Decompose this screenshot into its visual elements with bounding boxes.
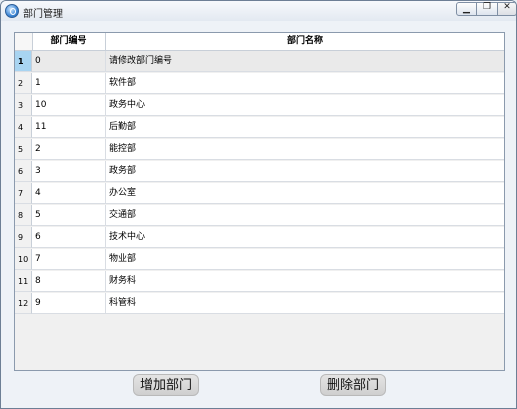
column-header-dept-name[interactable]: 部门名称	[106, 33, 504, 50]
dept-name-cell[interactable]: 软件部	[106, 73, 504, 94]
table-row[interactable]: 11 8 财务科	[15, 271, 504, 293]
close-icon: ✕	[503, 2, 511, 12]
row-number-header[interactable]: 4	[15, 117, 32, 138]
dept-name-cell[interactable]: 科管科	[106, 293, 504, 314]
app-icon	[5, 4, 19, 18]
close-button[interactable]: ✕	[497, 2, 516, 16]
dept-id-cell[interactable]: 11	[32, 117, 106, 138]
table-row[interactable]: 5 2 能控部	[15, 139, 504, 161]
table-row[interactable]: 8 5 交通部	[15, 205, 504, 227]
dept-name-cell[interactable]: 政务部	[106, 161, 504, 182]
department-management-window: 部门管理 ▁ ❐ ✕ 部门编号 部门名称 1 0 请修改部门编号 2 1 软件部 3 10 政务…	[0, 0, 517, 409]
row-number-header[interactable]: 5	[15, 139, 32, 160]
row-number-header[interactable]: 6	[15, 161, 32, 182]
dept-id-cell[interactable]: 5	[32, 205, 106, 226]
dept-name-cell[interactable]: 政务中心	[106, 95, 504, 116]
table-row[interactable]: 2 1 软件部	[15, 73, 504, 95]
dept-name-cell[interactable]: 财务科	[106, 271, 504, 292]
table-row[interactable]: 7 4 办公室	[15, 183, 504, 205]
maximize-button[interactable]: ❐	[477, 2, 497, 16]
dept-id-cell[interactable]: 2	[32, 139, 106, 160]
dept-name-cell[interactable]: 后勤部	[106, 117, 504, 138]
row-number-header[interactable]: 11	[15, 271, 32, 292]
department-table[interactable]: 部门编号 部门名称 1 0 请修改部门编号 2 1 软件部 3 10 政务中心 4 11 后勤部 5 2 能…	[14, 32, 505, 371]
add-department-button[interactable]: 增加部门	[133, 374, 199, 396]
dept-name-cell[interactable]: 请修改部门编号	[106, 51, 504, 72]
table-row[interactable]: 1 0 请修改部门编号	[15, 51, 504, 73]
table-row[interactable]: 4 11 后勤部	[15, 117, 504, 139]
table-row[interactable]: 12 9 科管科	[15, 293, 504, 315]
title-bar[interactable]: 部门管理 ▁ ❐ ✕	[1, 1, 516, 21]
dept-id-cell[interactable]: 1	[32, 73, 106, 94]
row-number-header[interactable]: 10	[15, 249, 32, 270]
dept-name-cell[interactable]: 物业部	[106, 249, 504, 270]
select-all-corner[interactable]	[15, 33, 33, 50]
delete-department-button[interactable]: 删除部门	[320, 374, 386, 396]
dept-name-cell[interactable]: 能控部	[106, 139, 504, 160]
window-title: 部门管理	[23, 9, 63, 20]
dept-id-cell[interactable]: 10	[32, 95, 106, 116]
row-number-header[interactable]: 12	[15, 293, 32, 314]
dept-name-cell[interactable]: 办公室	[106, 183, 504, 204]
column-header-dept-id[interactable]: 部门编号	[32, 33, 106, 50]
table-row[interactable]: 10 7 物业部	[15, 249, 504, 271]
minimize-button[interactable]: ▁	[456, 2, 477, 16]
dept-id-cell[interactable]: 0	[32, 51, 106, 72]
row-number-header[interactable]: 7	[15, 183, 32, 204]
row-number-header[interactable]: 8	[15, 205, 32, 226]
row-number-header[interactable]: 2	[15, 73, 32, 94]
row-number-header[interactable]: 1	[15, 51, 32, 72]
dept-id-cell[interactable]: 8	[32, 271, 106, 292]
table-row[interactable]: 6 3 政务部	[15, 161, 504, 183]
table-header: 部门编号 部门名称	[15, 33, 504, 51]
row-number-header[interactable]: 3	[15, 95, 32, 116]
dept-name-cell[interactable]: 技术中心	[106, 227, 504, 248]
table-row[interactable]: 3 10 政务中心	[15, 95, 504, 117]
dept-name-cell[interactable]: 交通部	[106, 205, 504, 226]
dept-id-cell[interactable]: 9	[32, 293, 106, 314]
dept-id-cell[interactable]: 6	[32, 227, 106, 248]
dept-id-cell[interactable]: 3	[32, 161, 106, 182]
dept-id-cell[interactable]: 4	[32, 183, 106, 204]
row-number-header[interactable]: 9	[15, 227, 32, 248]
minimize-icon: ▁	[463, 4, 470, 14]
dept-id-cell[interactable]: 7	[32, 249, 106, 270]
table-row[interactable]: 9 6 技术中心	[15, 227, 504, 249]
restore-icon: ❐	[482, 2, 492, 12]
